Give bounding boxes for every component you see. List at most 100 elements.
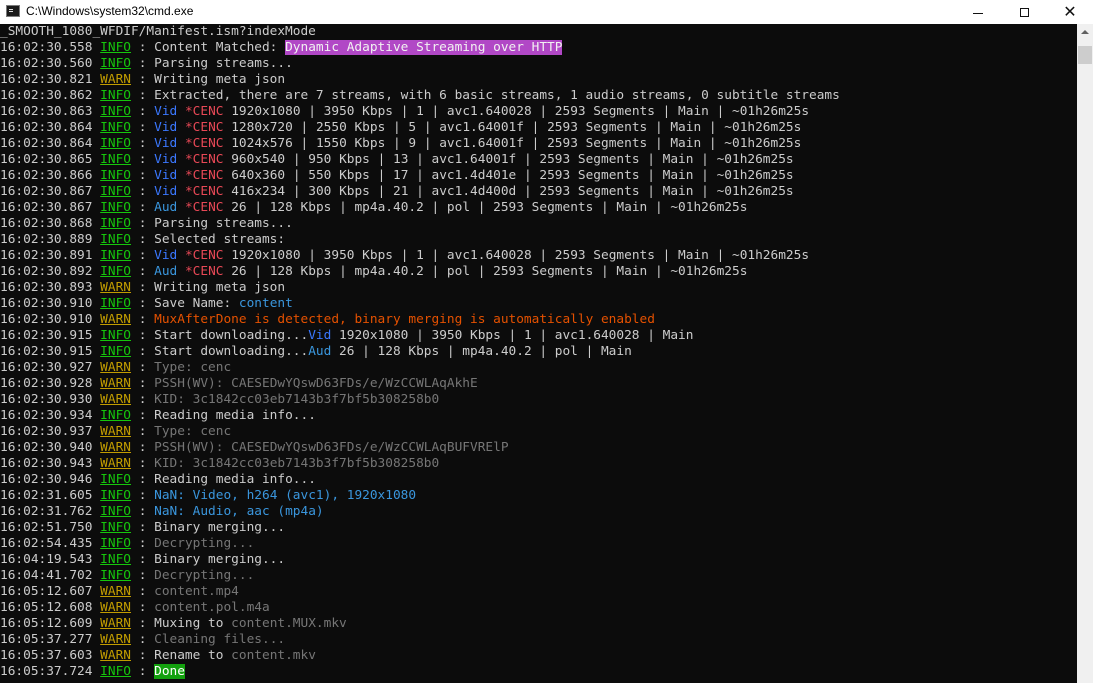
console-text: 1280x720 | 2550 Kbps | 5 | avc1.64001f |… <box>223 120 802 135</box>
console-red-text: *CENC <box>184 200 224 215</box>
console-red-text: *CENC <box>184 264 224 279</box>
console-orange-text: MuxAfterDone is detected, binary merging… <box>154 312 655 327</box>
console-text: 16:02:30.915 <box>0 328 101 343</box>
console-warn-text: WARN <box>100 424 131 439</box>
console-warn-text: WARN <box>100 376 131 391</box>
maximize-button[interactable] <box>1001 0 1047 24</box>
console-gray-text: Decrypting... <box>154 536 255 551</box>
console-info-text: INFO <box>100 664 131 679</box>
console-text: 16:02:30.943 <box>0 456 101 471</box>
console-line: 16:02:30.893 WARN : Writing meta json <box>0 280 1077 296</box>
console-text: 26 | 128 Kbps | mp4a.40.2 | pol | 2593 S… <box>223 264 748 279</box>
console-text: 16:02:30.940 <box>0 440 101 455</box>
console-output[interactable]: _SMOOTH_1080_WFDIF/Manifest.ism?indexMod… <box>0 24 1077 683</box>
console-line: _SMOOTH_1080_WFDIF/Manifest.ism?indexMod… <box>0 24 1077 40</box>
console-warn-text: WARN <box>100 632 131 647</box>
console-text: : Selected streams: <box>131 232 286 247</box>
console-text: : <box>131 536 155 551</box>
console-text: 16:02:30.864 <box>0 136 101 151</box>
console-blue-text: Vid <box>154 168 178 183</box>
console-text: 16:02:30.866 <box>0 168 101 183</box>
console-text: 16:02:30.934 <box>0 408 101 423</box>
console-line: 16:05:12.608 WARN : content.pol.m4a <box>0 600 1077 616</box>
console-line: 16:02:30.867 INFO : Vid *CENC 416x234 | … <box>0 184 1077 200</box>
console-text: 1024x576 | 1550 Kbps | 9 | avc1.64001f |… <box>223 136 802 151</box>
console-text: 640x360 | 550 Kbps | 17 | avc1.4d401e | … <box>223 168 794 183</box>
console-text: 16:02:30.889 <box>0 232 101 247</box>
console-text: : <box>131 248 155 263</box>
console-info-text: INFO <box>100 552 131 567</box>
console-red-text: *CENC <box>184 184 224 199</box>
console-red-text: *CENC <box>184 104 224 119</box>
console-text: 16:05:12.607 <box>0 584 101 599</box>
console-line: 16:02:30.865 INFO : Vid *CENC 960x540 | … <box>0 152 1077 168</box>
console-info-text: INFO <box>100 152 131 167</box>
title-bar: C:\Windows\system32\cmd.exe ✕ <box>0 0 1093 24</box>
console-info-text: INFO <box>100 248 131 263</box>
console-text: : <box>131 312 155 327</box>
console-warn-text: WARN <box>100 456 131 471</box>
console-line: 16:02:31.605 INFO : NaN: Video, h264 (av… <box>0 488 1077 504</box>
console-line: 16:02:30.821 WARN : Writing meta json <box>0 72 1077 88</box>
console-line: 16:02:30.863 INFO : Vid *CENC 1920x1080 … <box>0 104 1077 120</box>
console-text: 16:04:41.702 <box>0 568 101 583</box>
console-text: 16:02:30.867 <box>0 184 101 199</box>
scrollbar-thumb[interactable] <box>1078 46 1092 64</box>
console-text: : <box>131 184 155 199</box>
console-text: 16:02:30.946 <box>0 472 101 487</box>
console-warn-text: WARN <box>100 440 131 455</box>
scroll-up-arrow-icon[interactable] <box>1077 24 1093 40</box>
console-text: 16:02:30.928 <box>0 376 101 391</box>
console-gray-text: content.MUX.mkv <box>231 616 347 631</box>
console-warn-text: WARN <box>100 280 131 295</box>
console-text: 16:02:54.435 <box>0 536 101 551</box>
console-line: 16:02:30.892 INFO : Aud *CENC 26 | 128 K… <box>0 264 1077 280</box>
console-text: 16:02:30.862 <box>0 88 101 103</box>
console-info-text: INFO <box>100 200 131 215</box>
console-red-text: *CENC <box>184 152 224 167</box>
console-line: 16:02:30.864 INFO : Vid *CENC 1280x720 |… <box>0 120 1077 136</box>
console-text: : <box>131 488 155 503</box>
console-text: : Start downloading... <box>131 344 309 359</box>
console-red-text: *CENC <box>184 248 224 263</box>
minimize-button[interactable] <box>955 0 1001 24</box>
console-text: 16:02:30.910 <box>0 296 101 311</box>
console-line: 16:02:51.750 INFO : Binary merging... <box>0 520 1077 536</box>
console-line: 16:02:30.891 INFO : Vid *CENC 1920x1080 … <box>0 248 1077 264</box>
console-text: 1920x1080 | 3950 Kbps | 1 | avc1.640028 … <box>223 248 810 263</box>
console-text: : Writing meta json <box>131 72 286 87</box>
console-text: 16:02:30.892 <box>0 264 101 279</box>
console-line: 16:02:30.910 WARN : MuxAfterDone is dete… <box>0 312 1077 328</box>
console-line: 16:02:30.867 INFO : Aud *CENC 26 | 128 K… <box>0 200 1077 216</box>
console-text: 16:04:19.543 <box>0 552 101 567</box>
console-text: 16:02:30.821 <box>0 72 101 87</box>
vertical-scrollbar[interactable] <box>1077 24 1093 683</box>
console-line: 16:02:30.889 INFO : Selected streams: <box>0 232 1077 248</box>
console-gray-text: Type: cenc <box>154 360 232 375</box>
close-button[interactable]: ✕ <box>1047 0 1093 24</box>
console-gray-text: content.mkv <box>231 648 316 663</box>
console-gray-text: PSSH(WV): CAESEDwYQswD63FDs/e/WzCCWLAqAk… <box>154 376 478 391</box>
console-text: 26 | 128 Kbps | mp4a.40.2 | pol | Main <box>331 344 632 359</box>
console-line: 16:05:37.277 WARN : Cleaning files... <box>0 632 1077 648</box>
console-cyan-text: NaN: Video, h264 (avc1), 1920x1080 <box>154 488 417 503</box>
console-info-text: INFO <box>100 168 131 183</box>
console-blue-text: Vid <box>154 136 178 151</box>
console-info-text: INFO <box>100 504 131 519</box>
console-info-text: INFO <box>100 40 131 55</box>
console-line: 16:02:30.937 WARN : Type: cenc <box>0 424 1077 440</box>
cmd-icon <box>6 5 20 17</box>
console-text: : Save Name: <box>131 296 239 311</box>
console-info-text: INFO <box>100 472 131 487</box>
console-text: : <box>131 104 155 119</box>
console-text: 1920x1080 | 3950 Kbps | 1 | avc1.640028 … <box>223 104 810 119</box>
console-line: 16:02:30.934 INFO : Reading media info..… <box>0 408 1077 424</box>
console-text: 16:02:30.558 <box>0 40 101 55</box>
console-gray-text: KID: 3c1842cc03eb7143b3f7bf5b308258b0 <box>154 392 440 407</box>
console-blue-text: Vid <box>154 248 178 263</box>
console-done-text: Done <box>154 664 185 679</box>
